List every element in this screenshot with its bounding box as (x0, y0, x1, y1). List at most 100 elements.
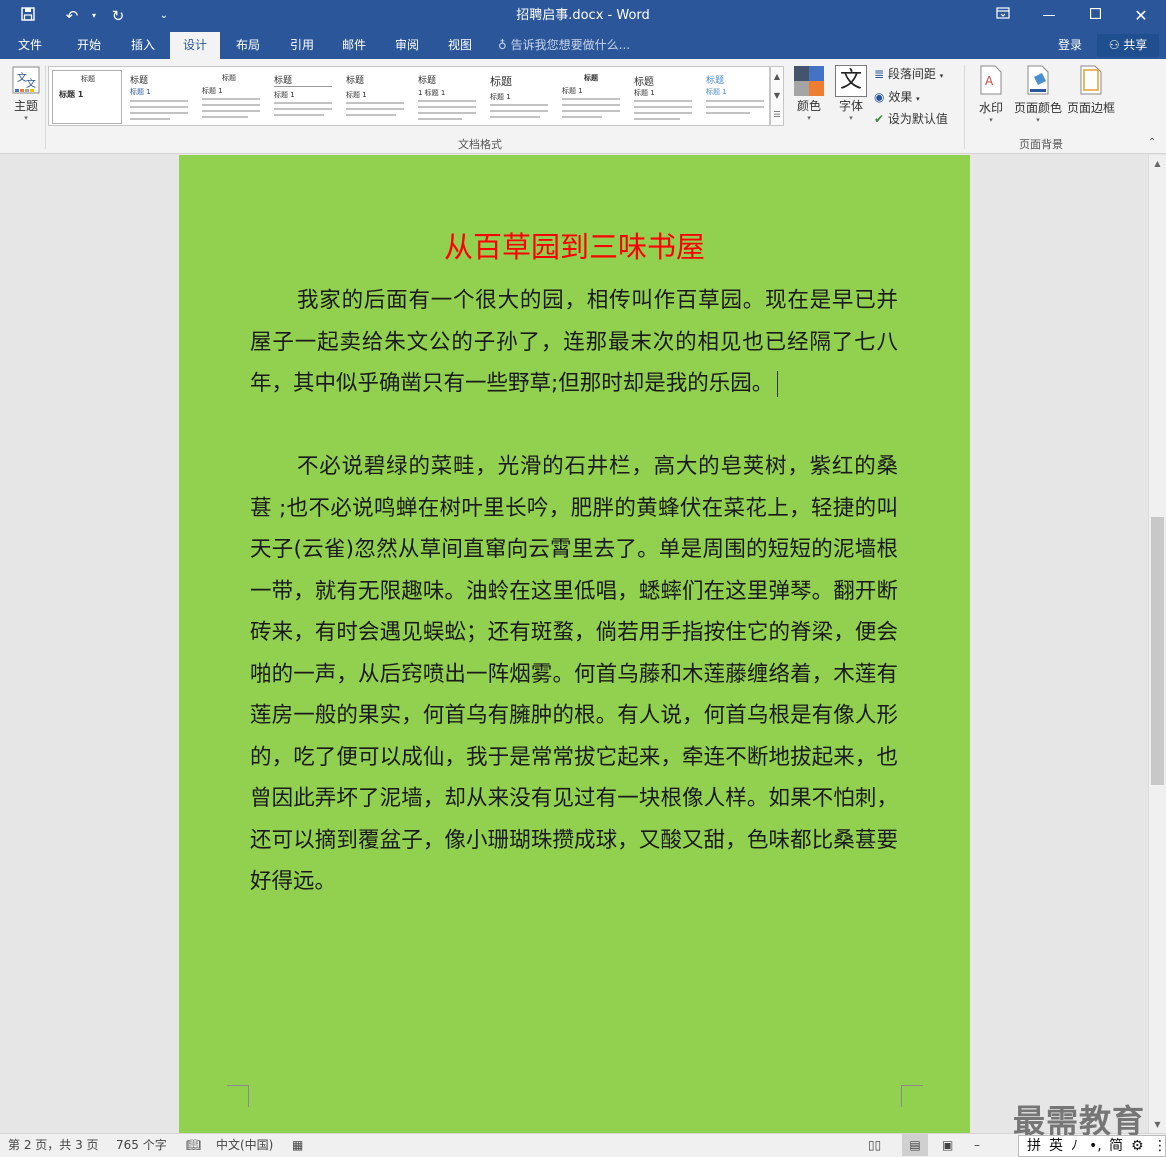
theme-button[interactable]: 文 文 主题 ▾ (8, 65, 44, 122)
scroll-up-icon[interactable]: ▲ (1149, 155, 1166, 172)
tab-layout[interactable]: 布局 (222, 32, 274, 59)
tab-home[interactable]: 开始 (62, 32, 116, 59)
page-borders-icon (1080, 65, 1102, 95)
doc-format-group-label: 文档格式 (458, 138, 502, 151)
set-default-button[interactable]: ✔ 设为默认值 (874, 109, 948, 129)
scroll-thumb[interactable] (1151, 517, 1164, 785)
tab-review[interactable]: 审阅 (382, 32, 432, 59)
ime-item[interactable]: 拼 (1027, 1136, 1041, 1156)
style-thumb[interactable]: 标题 标题 1 (700, 70, 770, 124)
gallery-more-icon[interactable]: ☰ (771, 105, 783, 124)
paragraph: 不必说碧绿的菜畦，光滑的石井栏，高大的皂荚树，紫红的桑葚 ;也不必说鸣蝉在树叶里… (250, 454, 898, 894)
paragraph: 我家的后面有一个很大的园，相传叫作百草园。现在是早已并屋子一起卖给朱文公的子孙了… (250, 280, 898, 405)
paragraph-spacing-label: 段落间距 (887, 67, 936, 81)
style-thumb[interactable]: 标题 标题 1 (556, 70, 626, 124)
gallery-up-icon[interactable]: ▲ (771, 67, 783, 86)
paragraph-spacing-button[interactable]: ≣ 段落间距 ▾ (874, 64, 943, 84)
share-button[interactable]: ⚇ 共享 (1097, 34, 1159, 57)
page-color-label: 页面颜色 (1013, 101, 1062, 115)
read-mode-icon[interactable]: ▯▯ (868, 1134, 881, 1156)
print-layout-icon[interactable]: ▤ (902, 1134, 928, 1156)
colors-icon (794, 66, 824, 96)
vertical-scrollbar[interactable]: ▲ ▼ (1148, 155, 1166, 1133)
ime-item[interactable]: ⋮ (1153, 1136, 1166, 1156)
fonts-dropdown-icon: ▾ (849, 114, 853, 122)
colors-dropdown-icon: ▾ (807, 114, 811, 122)
effects-dropdown-icon: ▾ (916, 95, 920, 103)
effects-button[interactable]: ◉ 效果 ▾ (874, 87, 920, 107)
tell-me-search[interactable]: ♁ 告诉我您想要做什么... (498, 32, 630, 59)
margin-corner-mark (227, 1085, 249, 1107)
tab-mailings[interactable]: 邮件 (328, 32, 380, 59)
paragraph-text: 我家的后面有一个很大的园，相传叫作百草园。现在是早已并屋子一起卖给朱文公的子孙了… (250, 288, 898, 396)
tell-me-text: 告诉我您想要做什么... (510, 38, 631, 52)
fonts-icon: 文 (835, 65, 867, 97)
theme-icon: 文 文 (12, 66, 40, 94)
style-thumb[interactable]: 标题 标题 1 (196, 70, 266, 124)
document-title: 从百草园到三味书屋 (443, 230, 705, 264)
ime-toolbar[interactable]: 拼 英 ﾉ •, 简 ⚙ ⋮ (1018, 1135, 1166, 1157)
document-page[interactable]: 从百草园到三味书屋 我家的后面有一个很大的园，相传叫作百草园。现在是早已并屋子一… (179, 155, 970, 1133)
page-borders-button[interactable]: 页面边框 (1066, 65, 1116, 116)
tab-design[interactable]: 设计 (170, 32, 220, 59)
ribbon-tabs: 文件 开始 插入 设计 布局 引用 邮件 审阅 视图 ♁ 告诉我您想要做什么..… (0, 32, 1166, 59)
share-label: 共享 (1123, 38, 1148, 52)
web-layout-icon[interactable]: ▣ (942, 1134, 953, 1156)
language-indicator[interactable]: 中文(中国) (216, 1134, 273, 1156)
close-icon[interactable]: ✕ (1118, 0, 1164, 32)
paragraph-spacing-icon: ≣ (874, 67, 885, 81)
ime-item[interactable]: •, (1089, 1136, 1102, 1156)
page-color-button[interactable]: 页面颜色 ▾ (1012, 65, 1064, 124)
ime-item[interactable]: ﾉ (1071, 1136, 1078, 1156)
person-icon: ⚇ (1108, 38, 1120, 52)
style-thumb[interactable]: 标题 标题 1 (268, 70, 338, 124)
settings-icon[interactable]: ⚙ (1131, 1136, 1144, 1156)
effects-label: 效果 (888, 90, 913, 104)
style-thumb[interactable]: 标题 标题 1 (124, 70, 194, 124)
tab-insert[interactable]: 插入 (116, 32, 170, 59)
colors-button[interactable]: 颜色 ▾ (790, 65, 828, 122)
minimize-icon[interactable]: — (1026, 0, 1072, 32)
zoom-out-icon[interactable]: – (974, 1134, 980, 1156)
word-count[interactable]: 765 个字 (116, 1134, 167, 1156)
ime-item[interactable]: 简 (1109, 1136, 1123, 1156)
separator (964, 65, 965, 149)
document-format-gallery[interactable]: 标题 标题 1 标题 标题 1 标题 标题 1 标题 标题 1 标题 标题 1 … (48, 66, 770, 126)
paragraph-spacing-dropdown-icon: ▾ (939, 72, 944, 80)
page-background-group-label: 页面背景 (1019, 138, 1063, 151)
gallery-down-icon[interactable]: ▼ (771, 86, 783, 105)
style-thumb[interactable]: 标题 标题 1 (628, 70, 698, 124)
text-cursor (777, 371, 779, 397)
page-color-dropdown-icon: ▾ (1036, 116, 1040, 124)
status-bar: 第 2 页，共 3 页 765 个字 📖︎ 中文(中国) ▦ ▯▯ ▤ ▣ – (0, 1133, 1166, 1157)
theme-dropdown-icon: ▾ (24, 114, 28, 122)
watermark-button[interactable]: A 水印 ▾ (972, 65, 1010, 124)
svg-text:文: 文 (26, 77, 36, 90)
ribbon-display-icon[interactable] (980, 0, 1026, 32)
watermark-dropdown-icon: ▾ (989, 116, 993, 124)
effects-icon: ◉ (874, 90, 885, 104)
login-link[interactable]: 登录 (1058, 32, 1082, 59)
tab-references[interactable]: 引用 (276, 32, 328, 59)
fonts-label: 字体 (838, 99, 863, 113)
ribbon-design: 文 文 主题 ▾ 标题 标题 1 标题 标题 1 标题 标题 1 标题 标题 1 (0, 59, 1166, 154)
scroll-down-icon[interactable]: ▼ (1149, 1116, 1166, 1133)
page-color-icon (1027, 65, 1049, 95)
ime-item[interactable]: 英 (1049, 1136, 1063, 1156)
style-thumb[interactable]: 标题 1 标题 1 (412, 70, 482, 124)
style-thumb[interactable]: 标题 标题 1 (484, 70, 554, 124)
document-area: 从百草园到三味书屋 我家的后面有一个很大的园，相传叫作百草园。现在是早已并屋子一… (0, 155, 1148, 1133)
gallery-scroll[interactable]: ▲ ▼ ☰ (770, 66, 784, 126)
check-circle-icon: ✔ (874, 112, 885, 126)
maximize-icon[interactable] (1072, 0, 1118, 32)
page-indicator[interactable]: 第 2 页，共 3 页 (8, 1134, 99, 1156)
proofing-icon[interactable]: 📖︎ (186, 1134, 201, 1156)
tab-file[interactable]: 文件 (4, 32, 56, 59)
watermark-icon: A (980, 65, 1002, 95)
style-thumb[interactable]: 标题 标题 1 (340, 70, 410, 124)
collapse-ribbon-icon[interactable]: ⌃ (1148, 137, 1156, 148)
macro-icon[interactable]: ▦ (292, 1134, 303, 1156)
style-thumb[interactable]: 标题 标题 1 (52, 70, 122, 124)
fonts-button[interactable]: 文 字体 ▾ (832, 65, 870, 122)
tab-view[interactable]: 视图 (434, 32, 486, 59)
